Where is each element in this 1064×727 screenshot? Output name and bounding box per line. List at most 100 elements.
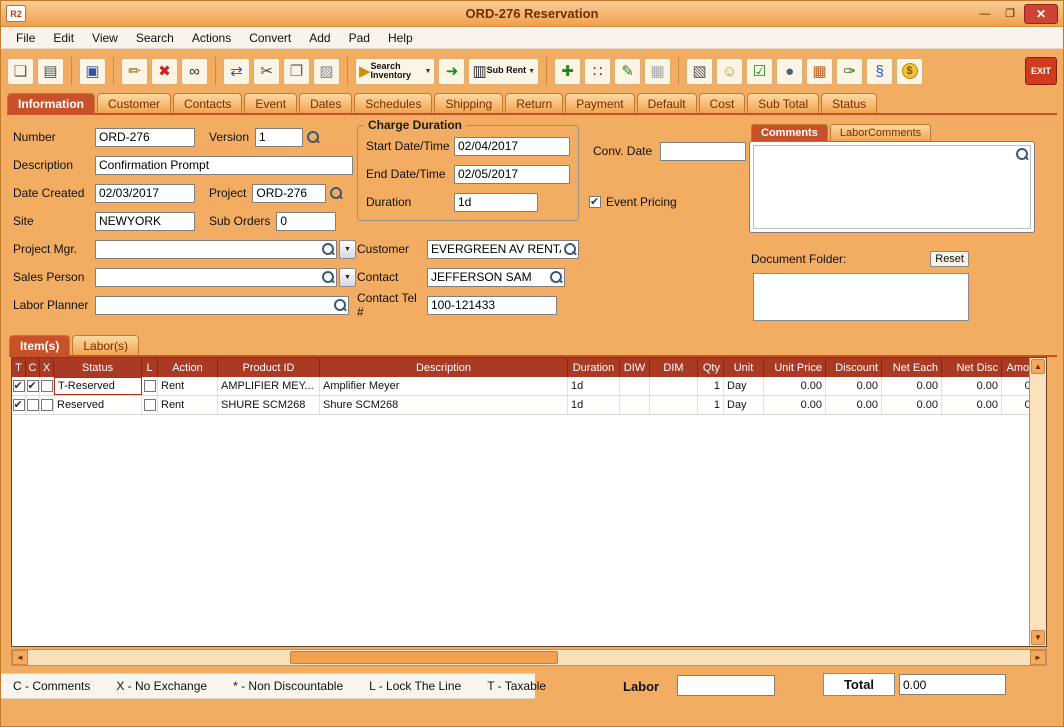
tab-item-s[interactable]: Item(s)	[9, 335, 70, 355]
col-header-unit[interactable]: Unit	[724, 358, 764, 377]
menu-actions[interactable]: Actions	[183, 28, 240, 48]
customer-input[interactable]	[427, 240, 579, 259]
date-created-input[interactable]	[95, 184, 195, 203]
close-button[interactable]: ✕	[1024, 4, 1058, 24]
menu-convert[interactable]: Convert	[240, 28, 300, 48]
tab-contacts[interactable]: Contacts	[173, 93, 242, 113]
duration-input[interactable]	[454, 193, 538, 212]
comments-text-area[interactable]	[753, 145, 1031, 229]
tab-default[interactable]: Default	[637, 93, 697, 113]
scroll-right-icon[interactable]: ►	[1030, 650, 1046, 665]
x-checkbox[interactable]	[41, 399, 53, 411]
col-header-product-id[interactable]: Product ID	[218, 358, 320, 377]
add-item-button[interactable]: ✚	[554, 58, 581, 85]
col-header-discount[interactable]: Discount	[826, 358, 882, 377]
tab-payment[interactable]: Payment	[565, 93, 634, 113]
cell-discount[interactable]: 0.00	[826, 377, 882, 395]
find-button[interactable]: ∞	[181, 58, 208, 85]
cell-unit-price[interactable]: 0.00	[764, 396, 826, 414]
number-input[interactable]	[95, 128, 195, 147]
cell-description[interactable]: Shure SCM268	[320, 396, 568, 414]
t-checkbox[interactable]	[13, 380, 25, 392]
grid-button[interactable]: ▦	[644, 58, 671, 85]
exit-button[interactable]: EXIT	[1025, 57, 1057, 85]
cut-button[interactable]: ✂	[253, 58, 280, 85]
table-row[interactable]: T-ReservedRentAMPLIFIER MEY...Amplifier …	[12, 377, 1046, 396]
edit-button[interactable]: ✏	[121, 58, 148, 85]
menu-view[interactable]: View	[83, 28, 127, 48]
event-pricing-checkbox[interactable]	[589, 196, 601, 208]
sales-person-search-icon[interactable]	[321, 270, 335, 284]
cell-qty[interactable]: 1	[698, 377, 724, 395]
menu-edit[interactable]: Edit	[44, 28, 83, 48]
col-header-x[interactable]: X	[40, 358, 54, 377]
menu-pad[interactable]: Pad	[340, 28, 379, 48]
description-input[interactable]	[95, 156, 353, 175]
cell-net-each[interactable]: 0.00	[882, 396, 942, 414]
sales-person-input[interactable]	[95, 268, 337, 287]
tab-event[interactable]: Event	[244, 93, 297, 113]
project-input[interactable]	[252, 184, 326, 203]
t-checkbox[interactable]	[13, 399, 25, 411]
cell-unit[interactable]: Day	[724, 377, 764, 395]
start-date-input[interactable]	[454, 137, 570, 156]
minimize-button[interactable]: —	[974, 5, 996, 23]
tab-status[interactable]: Status	[821, 93, 877, 113]
customer-search-icon[interactable]	[563, 242, 577, 256]
edit-note-button[interactable]: ✎	[614, 58, 641, 85]
project-mgr-input[interactable]	[95, 240, 337, 259]
scrollbar-thumb[interactable]	[290, 651, 558, 664]
cell-diw[interactable]	[620, 377, 650, 395]
convert-order-button[interactable]: ⇄	[223, 58, 250, 85]
scroll-up-icon[interactable]: ▲	[1031, 359, 1045, 374]
vertical-scrollbar[interactable]: ▲ ▼	[1029, 358, 1046, 646]
sub-orders-input[interactable]	[276, 212, 336, 231]
col-header-status[interactable]: Status	[54, 358, 142, 377]
cell-x[interactable]	[40, 396, 54, 414]
total-input[interactable]	[899, 674, 1006, 695]
cell-dim[interactable]	[650, 377, 698, 395]
cell-l[interactable]	[142, 377, 158, 395]
tab-comments[interactable]: Comments	[751, 124, 828, 141]
copy-button[interactable]: ❐	[283, 58, 310, 85]
paste-button[interactable]: ▨	[313, 58, 340, 85]
col-header-unit-price[interactable]: Unit Price	[764, 358, 826, 377]
cell-x[interactable]	[40, 377, 54, 395]
project-mgr-search-icon[interactable]	[321, 242, 335, 256]
cell-qty[interactable]: 1	[698, 396, 724, 414]
tab-shipping[interactable]: Shipping	[434, 93, 503, 113]
labor-planner-input[interactable]	[95, 296, 349, 315]
col-header-dim[interactable]: DIM	[650, 358, 698, 377]
col-header-net-disc[interactable]: Net Disc	[942, 358, 1002, 377]
cell-duration[interactable]: 1d	[568, 377, 620, 395]
l-checkbox[interactable]	[144, 399, 156, 411]
smiley-button[interactable]: ☺	[716, 58, 743, 85]
sub-rent-button[interactable]: ▥Sub Rent▼	[468, 58, 539, 85]
finance-button[interactable]: §	[866, 58, 893, 85]
cell-duration[interactable]: 1d	[568, 396, 620, 414]
tab-information[interactable]: Information	[7, 93, 95, 113]
tab-laborcomments[interactable]: LaborComments	[830, 124, 931, 141]
menu-add[interactable]: Add	[300, 28, 339, 48]
chevron-down-icon[interactable]: ▼	[528, 68, 535, 75]
notepad-button[interactable]: ✑	[836, 58, 863, 85]
cell-description[interactable]: Amplifier Meyer	[320, 377, 568, 395]
horizontal-scrollbar[interactable]: ◄ ►	[11, 649, 1047, 666]
cell-action[interactable]: Rent	[158, 377, 218, 395]
reset-button[interactable]: Reset	[930, 251, 969, 267]
col-header-net-each[interactable]: Net Each	[882, 358, 942, 377]
version-search-icon[interactable]	[306, 130, 320, 144]
comments-box[interactable]	[749, 141, 1035, 233]
col-header-t[interactable]: T	[12, 358, 26, 377]
cell-c[interactable]	[26, 396, 40, 414]
cell-net-disc[interactable]: 0.00	[942, 377, 1002, 395]
col-header-diw[interactable]: DIW	[620, 358, 650, 377]
tab-labor-s[interactable]: Labor(s)	[72, 335, 139, 355]
labor-planner-search-icon[interactable]	[333, 298, 347, 312]
col-header-action[interactable]: Action	[158, 358, 218, 377]
cell-unit-price[interactable]: 0.00	[764, 377, 826, 395]
tab-sub-total[interactable]: Sub Total	[747, 93, 819, 113]
cell-product-id[interactable]: AMPLIFIER MEY...	[218, 377, 320, 395]
jar-button[interactable]: ●	[776, 58, 803, 85]
tab-cost[interactable]: Cost	[699, 93, 746, 113]
